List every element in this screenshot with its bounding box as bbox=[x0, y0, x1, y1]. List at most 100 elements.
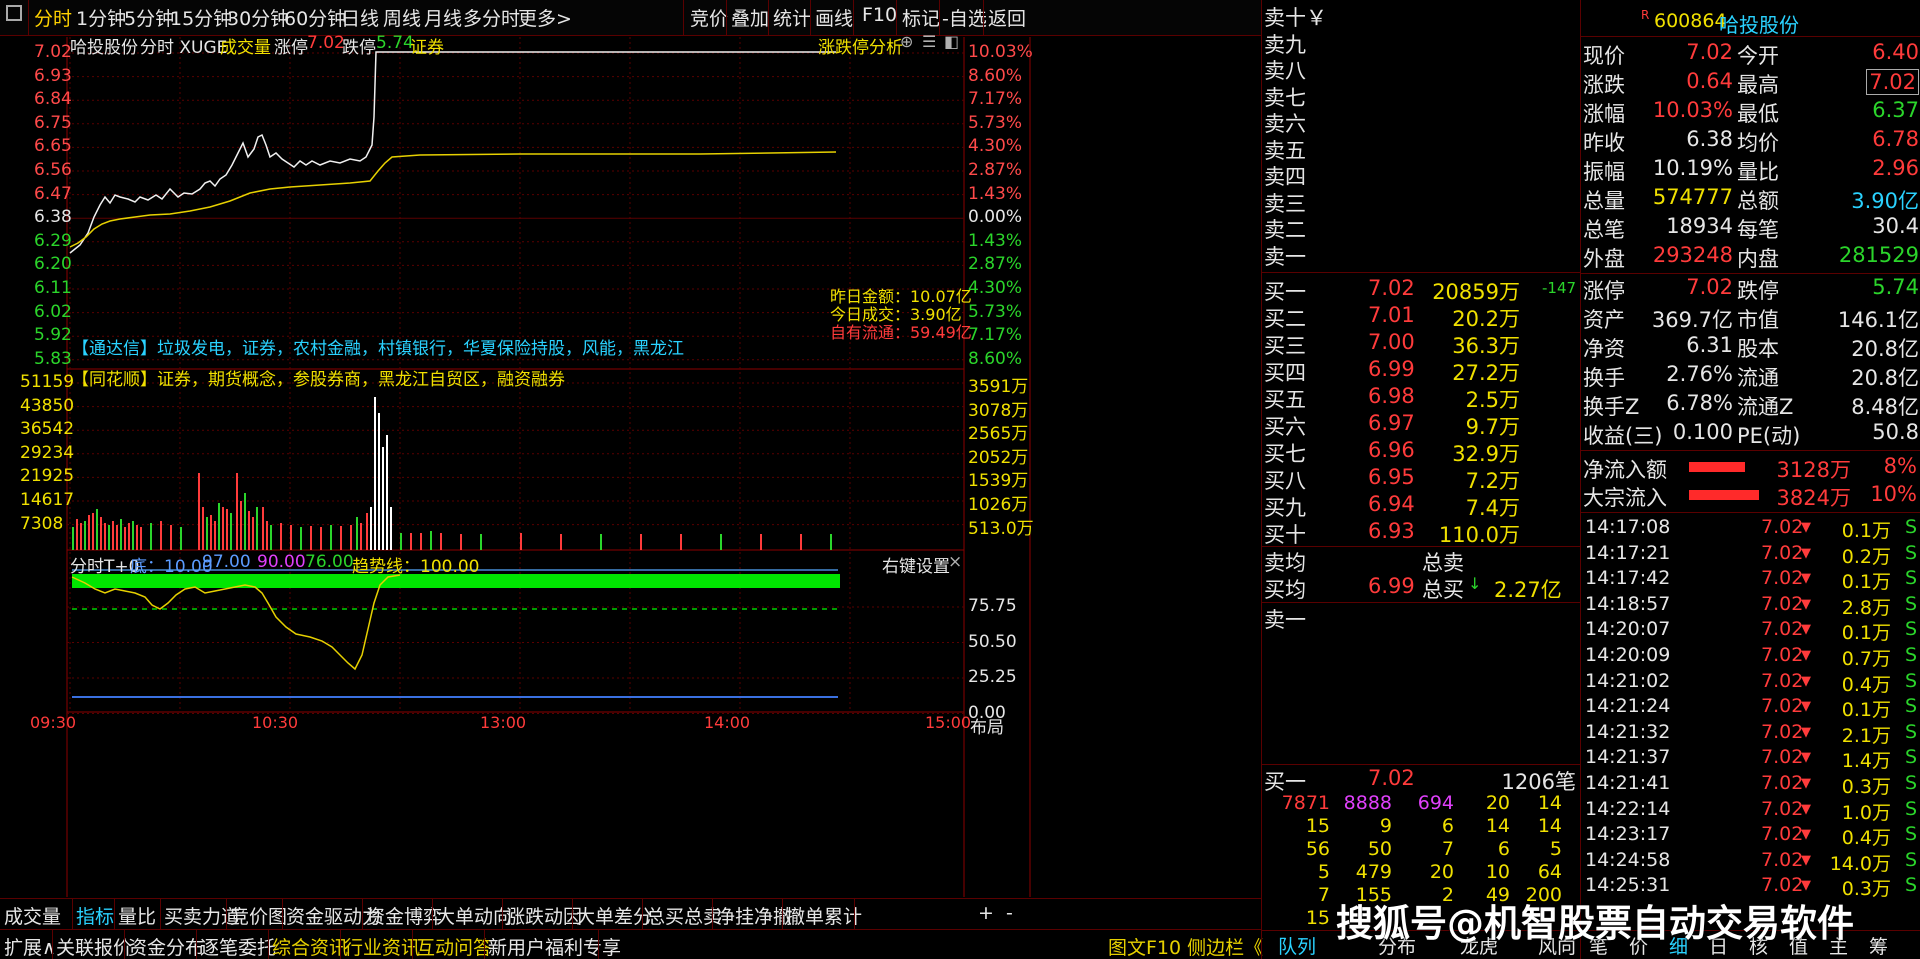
extension-tab-6[interactable]: 互动问答 bbox=[416, 933, 492, 959]
close-indicator-icon[interactable]: × bbox=[948, 552, 962, 572]
trade-row: 14:21:32 7.02 ▼ 2.1万 S bbox=[1581, 721, 1920, 747]
volume-bar bbox=[80, 523, 82, 550]
tab-5min[interactable]: 5分钟 bbox=[124, 4, 174, 31]
buy-level-row[interactable]: 买二 7.01 20.2万 bbox=[1262, 303, 1580, 331]
sell-level-row[interactable]: 卖七 bbox=[1262, 82, 1580, 110]
buy-level-row[interactable]: 买四 6.99 27.2万 bbox=[1262, 357, 1580, 385]
tab-monthly[interactable]: 月线 bbox=[424, 4, 462, 31]
buy-level-row[interactable]: 买八 6.95 7.2万 bbox=[1262, 465, 1580, 493]
bottom-tab-7[interactable]: 大单动向 bbox=[436, 902, 512, 929]
trade-volume: 14.0万 bbox=[1829, 852, 1891, 875]
buy-level-row[interactable]: 买一 7.02 20859万 -147 bbox=[1262, 276, 1580, 304]
auction-button[interactable]: 竞价 bbox=[690, 4, 728, 31]
r-badge: R bbox=[1641, 8, 1650, 22]
trade-volume: 1.0万 bbox=[1841, 801, 1891, 824]
f10-button[interactable]: F10 bbox=[862, 4, 897, 26]
sell-level-row[interactable]: 卖六 bbox=[1262, 108, 1580, 136]
bottom-tab-2[interactable]: 量比 bbox=[118, 902, 156, 929]
list-icon[interactable]: ☰ bbox=[922, 32, 936, 51]
trade-row: 14:18:57 7.02 ▼ 2.8万 S bbox=[1581, 593, 1920, 619]
bottom-tab-9[interactable]: 大单差分 bbox=[576, 902, 652, 929]
buy-level-row[interactable]: 买七 6.96 32.9万 bbox=[1262, 438, 1580, 466]
tab-fenshi[interactable]: 分时 bbox=[34, 4, 72, 31]
queue-cell: 20 bbox=[1485, 792, 1510, 814]
tab-1min[interactable]: 1分钟 bbox=[76, 4, 126, 31]
bottom-tab-6[interactable]: 资金博弈 bbox=[366, 902, 442, 929]
overlay-button[interactable]: 叠加 bbox=[731, 4, 769, 31]
bottom-tab-1[interactable]: 指标 bbox=[76, 902, 114, 929]
tab-multi-fenshi[interactable]: 多分时 bbox=[463, 4, 520, 31]
tab-more[interactable]: 更多> bbox=[518, 4, 572, 31]
buy-level-row[interactable]: 买三 7.00 36.3万 bbox=[1262, 330, 1580, 358]
extension-tab-2[interactable]: 资金分布 bbox=[128, 933, 204, 959]
buy-level-row[interactable]: 买九 6.94 7.4万 bbox=[1262, 492, 1580, 520]
trade-down-icon: ▼ bbox=[1801, 699, 1811, 715]
limit-analysis-link[interactable]: 涨跌停分析 bbox=[818, 33, 903, 58]
right-click-settings[interactable]: 右键设置 bbox=[882, 552, 950, 577]
buy-level-row[interactable]: 买六 6.97 9.7万 bbox=[1262, 411, 1580, 439]
bottom-tab-8[interactable]: 涨跌动因 bbox=[506, 902, 582, 929]
tab-15min[interactable]: 15分钟 bbox=[170, 4, 232, 31]
remove-watchlist-button[interactable]: -自选 bbox=[942, 4, 987, 31]
volume-bar bbox=[132, 521, 134, 550]
order-book-tab-0[interactable]: 队列 bbox=[1278, 932, 1316, 959]
sell-level-row[interactable]: 卖八 bbox=[1262, 55, 1580, 83]
window-icon[interactable]: ◧ bbox=[944, 32, 959, 51]
trade-down-icon: ▼ bbox=[1801, 571, 1811, 587]
bottom-tab-0[interactable]: 成交量 bbox=[4, 902, 61, 929]
quote-value-1: 10.19% bbox=[1652, 156, 1733, 180]
draw-line-button[interactable]: 画线 bbox=[815, 4, 853, 31]
price-tick: 6.47 bbox=[34, 183, 72, 204]
extension-tab-1[interactable]: 关联报价 bbox=[56, 933, 132, 959]
sell-level-row[interactable]: 卖九 bbox=[1262, 29, 1580, 57]
bottom-tab-12[interactable]: 撤单累计 bbox=[786, 902, 862, 929]
sell-level-row[interactable]: 卖十￥ bbox=[1262, 2, 1580, 30]
buy-level-row[interactable]: 买五 6.98 2.5万 bbox=[1262, 384, 1580, 412]
tab-30min[interactable]: 30分钟 bbox=[227, 4, 289, 31]
volume-bar bbox=[214, 521, 216, 550]
extension-tab-3[interactable]: 逐笔委托 bbox=[200, 933, 276, 959]
extension-tab-5[interactable]: 行业资讯 bbox=[344, 933, 420, 959]
volume-bar bbox=[330, 525, 332, 550]
sell-level-row[interactable]: 卖二 bbox=[1262, 214, 1580, 242]
quote-row: 换手Z 6.78% 流通Z 8.48亿 bbox=[1581, 391, 1920, 420]
menu-toggle-icon[interactable] bbox=[6, 5, 22, 21]
tab-daily[interactable]: 日线 bbox=[341, 4, 379, 31]
sell-level-row[interactable]: 卖三 bbox=[1262, 188, 1580, 216]
sell-level-row[interactable]: 卖一 bbox=[1262, 241, 1580, 269]
limit-down-value: 5.74 bbox=[376, 33, 414, 53]
zoom-in-button[interactable]: + bbox=[978, 902, 994, 924]
back-button[interactable]: 返回 bbox=[988, 4, 1026, 31]
trade-volume: 0.7万 bbox=[1841, 648, 1891, 670]
stats-button[interactable]: 统计 bbox=[773, 4, 811, 31]
sidebar-toggle[interactable]: 图文F10 侧边栏《 bbox=[1108, 933, 1263, 959]
extension-tab-7[interactable]: 新用户福利专享 bbox=[488, 933, 621, 959]
quote-label-2: 内盘 bbox=[1737, 247, 1779, 271]
mark-button[interactable]: 标记 bbox=[902, 4, 940, 31]
trade-price: 7.02 bbox=[1761, 823, 1804, 846]
buy-avg-label: 买均 bbox=[1264, 578, 1306, 602]
bottom-tab-4[interactable]: 竞价图 bbox=[230, 902, 287, 929]
zoom-out-button[interactable]: - bbox=[1006, 902, 1013, 924]
buy-level-change: -147 bbox=[1542, 279, 1577, 297]
buy-level-row[interactable]: 买十 6.93 110.0万 bbox=[1262, 519, 1580, 547]
sell-level-row[interactable]: 卖五 bbox=[1262, 135, 1580, 163]
sell-level-row[interactable]: 卖四 bbox=[1262, 161, 1580, 189]
bottom-tab-3[interactable]: 买卖力道 bbox=[164, 902, 240, 929]
tab-60min[interactable]: 60分钟 bbox=[284, 4, 346, 31]
extension-tab-0[interactable]: 扩展∧ bbox=[4, 933, 56, 959]
intraday-chart[interactable]: 哈投股份 分时 XUGE 成交量 涨停 7.02 跌停 5.74 证券 涨跌停分… bbox=[0, 32, 1261, 897]
price-line bbox=[69, 51, 836, 254]
quote-tab-7[interactable]: 筹 bbox=[1869, 932, 1888, 959]
quote-label-1: 总量 bbox=[1583, 189, 1625, 213]
tab-weekly[interactable]: 周线 bbox=[383, 4, 421, 31]
buy-level-price: 7.00 bbox=[1368, 330, 1415, 354]
extension-tab-4[interactable]: 综合资讯 bbox=[272, 933, 348, 959]
volume-bar bbox=[370, 507, 372, 550]
bottom-tab-10[interactable]: 总买总卖 bbox=[646, 902, 722, 929]
trade-down-icon: ▼ bbox=[1801, 776, 1811, 791]
settings-icon[interactable]: ⊕ bbox=[900, 32, 913, 51]
bottom-tab-11[interactable]: 净挂净撤 bbox=[716, 902, 792, 929]
trade-row: 14:17:08 7.02 ▼ 0.1万 S bbox=[1581, 516, 1920, 542]
period-toolbar: 分时 1分钟 5分钟 15分钟 30分钟 60分钟 日线 周线 月线 多分时 更… bbox=[0, 0, 1261, 36]
